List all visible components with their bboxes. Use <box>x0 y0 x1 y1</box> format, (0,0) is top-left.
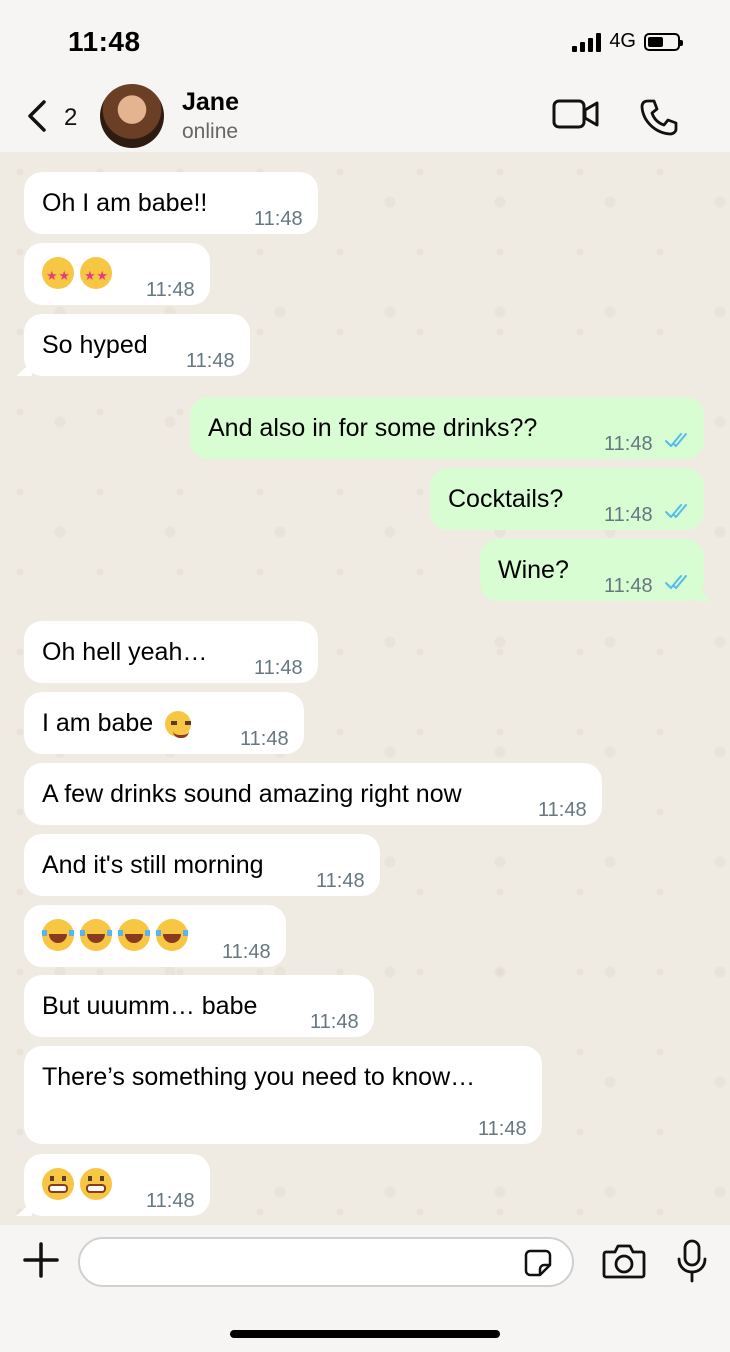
chat-header: 2 Jane online <box>0 78 730 152</box>
message-text: But uuumm… babe <box>42 992 258 1020</box>
incoming-message-bubble[interactable]: But uuumm… babe 11:48 <box>24 975 374 1037</box>
mic-icon[interactable] <box>676 1239 708 1283</box>
message-timestamp: 11:48 <box>604 433 653 455</box>
battery-icon <box>644 32 683 51</box>
message-input[interactable] <box>78 1237 574 1287</box>
message-text: And also in for some drinks?? <box>208 414 538 442</box>
incoming-message-bubble[interactable]: There’s something you need to know… 11:48 <box>24 1046 542 1144</box>
home-indicator[interactable] <box>230 1330 500 1338</box>
message-text: Wine? <box>498 556 569 584</box>
message-timestamp: 11:48 <box>310 1011 359 1033</box>
video-call-icon[interactable] <box>552 98 600 132</box>
avatar[interactable] <box>100 84 164 148</box>
outgoing-message-bubble[interactable]: Cocktails? 11:48 <box>430 468 704 530</box>
bubble-tail <box>16 1202 32 1216</box>
message-timestamp: 11:48 <box>538 799 587 821</box>
star-struck-emoji <box>42 257 74 291</box>
message-text: A few drinks sound amazing right now <box>42 780 462 808</box>
message-text: So hyped <box>42 331 148 359</box>
message-timestamp: 11:48 <box>254 208 303 230</box>
message-timestamp: 11:48 <box>604 575 653 597</box>
status-time: 11:48 <box>68 26 141 57</box>
bubble-tail <box>16 362 32 376</box>
message-timestamp: 11:48 <box>240 728 289 750</box>
plus-icon[interactable] <box>22 1241 60 1279</box>
signal-icon <box>572 32 602 52</box>
message-text: There’s something you need to know… <box>42 1063 476 1091</box>
message-text: Oh I am babe!! <box>42 189 208 217</box>
sticker-icon[interactable] <box>524 1249 552 1277</box>
back-chevron-icon[interactable] <box>24 98 54 134</box>
message-timestamp: 11:48 <box>146 1190 195 1212</box>
bubble-tail <box>696 587 712 601</box>
laughing-tears-emoji <box>42 919 74 952</box>
laughing-tears-emoji <box>156 919 188 952</box>
message-text: Cocktails? <box>448 485 564 513</box>
status-bar: 11:48 4G <box>0 0 730 78</box>
laughing-tears-emoji <box>80 919 112 952</box>
message-text: I am babe <box>42 709 154 737</box>
incoming-message-bubble[interactable]: So hyped 11:48 <box>16 314 250 376</box>
incoming-message-bubble[interactable]: 11:48 <box>24 905 286 967</box>
composer <box>0 1225 730 1352</box>
message-timestamp: 11:48 <box>604 504 653 526</box>
incoming-message-bubble[interactable]: Oh hell yeah… 11:48 <box>24 621 318 683</box>
incoming-message-bubble[interactable]: 11:48 <box>16 1154 210 1216</box>
read-receipt-icon <box>665 504 687 518</box>
incoming-message-bubble[interactable]: 11:48 <box>24 243 210 305</box>
star-struck-emoji <box>80 257 112 291</box>
outgoing-message-bubble[interactable]: And also in for some drinks?? 11:48 <box>190 397 704 459</box>
message-timestamp: 11:48 <box>186 350 235 372</box>
message-timestamp: 11:48 <box>316 870 365 892</box>
contact-name[interactable]: Jane <box>182 88 239 117</box>
message-timestamp: 11:48 <box>478 1118 527 1140</box>
incoming-message-bubble[interactable]: A few drinks sound amazing right now 11:4… <box>24 763 602 825</box>
laughing-tears-emoji <box>118 919 150 952</box>
phone-icon[interactable] <box>640 98 678 136</box>
grimacing-emoji <box>42 1168 74 1201</box>
message-text: Oh hell yeah… <box>42 638 208 666</box>
status-icons: 4G <box>572 30 683 53</box>
read-receipt-icon <box>665 433 687 447</box>
message-text: And it's still morning <box>42 851 264 879</box>
network-type: 4G <box>609 30 636 52</box>
message-timestamp: 11:48 <box>254 657 303 679</box>
contact-status: online <box>182 120 239 143</box>
incoming-message-bubble[interactable]: And it's still morning 11:48 <box>24 834 380 896</box>
smirk-emoji <box>165 711 192 739</box>
camera-icon[interactable] <box>602 1243 646 1279</box>
message-list[interactable]: Oh I am babe!!11:4811:48So hyped11:48And… <box>0 152 730 1225</box>
incoming-message-bubble[interactable]: I am babe 11:48 <box>24 692 304 754</box>
read-receipt-icon <box>665 575 687 589</box>
outgoing-message-bubble[interactable]: Wine? 11:48 <box>480 539 712 601</box>
incoming-message-bubble[interactable]: Oh I am babe!! 11:48 <box>24 172 318 234</box>
message-timestamp: 11:48 <box>146 279 195 301</box>
message-timestamp: 11:48 <box>222 941 271 963</box>
grimacing-emoji <box>80 1168 112 1201</box>
back-unread-count[interactable]: 2 <box>64 104 77 132</box>
